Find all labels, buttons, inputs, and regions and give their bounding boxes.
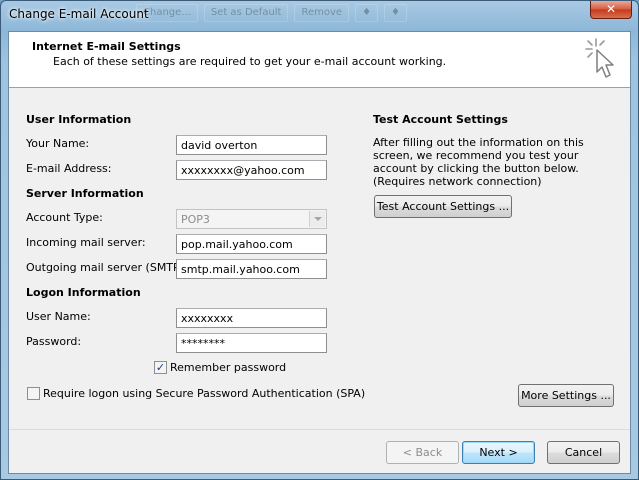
next-button[interactable]: Next > — [462, 441, 535, 464]
user-info-heading: User Information — [26, 113, 132, 126]
user-name-field[interactable]: xxxxxxxx — [176, 308, 327, 328]
window-title: Change E-mail Account — [9, 7, 149, 21]
cursor-sparkle-icon — [585, 38, 614, 78]
test-settings-heading: Test Account Settings — [373, 113, 508, 126]
test-account-settings-button[interactable]: Test Account Settings ... — [374, 195, 512, 218]
outgoing-server-label: Outgoing mail server (SMTP): — [26, 261, 188, 274]
server-info-heading: Server Information — [26, 187, 144, 200]
test-settings-description: After filling out the information on thi… — [373, 136, 584, 188]
background-tab: ♦ — [355, 4, 379, 22]
back-button: < Back — [386, 441, 459, 464]
background-tab: Remove — [294, 4, 350, 22]
incoming-server-label: Incoming mail server: — [26, 236, 146, 249]
incoming-server-field[interactable]: pop.mail.yahoo.com — [176, 234, 327, 254]
logon-info-heading: Logon Information — [26, 286, 141, 299]
user-name-label: User Name: — [26, 310, 91, 323]
close-icon: ✕ — [605, 2, 617, 16]
spa-label[interactable]: Require logon using Secure Password Auth… — [43, 387, 365, 400]
password-label: Password: — [26, 335, 82, 348]
outgoing-server-field[interactable]: smtp.mail.yahoo.com — [176, 259, 327, 279]
password-field[interactable]: ******** — [176, 333, 327, 353]
cancel-button[interactable]: Cancel — [547, 441, 620, 464]
header-subtitle: Each of these settings are required to g… — [53, 55, 447, 68]
remember-password-checkbox[interactable]: ✓ — [154, 361, 167, 374]
background-tab: Set as Default — [203, 4, 289, 22]
background-tab: ♦ — [384, 4, 408, 22]
remember-password-label[interactable]: Remember password — [170, 361, 286, 374]
email-address-field[interactable]: xxxxxxxx@yahoo.com — [176, 160, 327, 180]
header-title: Internet E-mail Settings — [32, 40, 181, 53]
spa-checkbox[interactable] — [27, 387, 40, 400]
wizard-header: Internet E-mail Settings Each of these s… — [9, 32, 630, 88]
account-type-label: Account Type: — [26, 211, 103, 224]
email-address-label: E-mail Address: — [26, 162, 112, 175]
background-toolbar: Change... Set as Default Remove ♦ ♦ — [136, 4, 408, 22]
account-type-select: POP3 — [176, 209, 327, 229]
dialog-body: Internet E-mail Settings Each of these s… — [8, 31, 631, 474]
dialog-window: Change E-mail Account Change... Set as D… — [0, 0, 639, 480]
checkmark-icon: ✓ — [155, 361, 166, 374]
more-settings-button[interactable]: More Settings ... — [518, 384, 614, 407]
close-button[interactable]: ✕ — [590, 1, 632, 19]
background-tab: Change... — [136, 4, 198, 22]
your-name-field[interactable]: david overton — [176, 135, 327, 155]
footer-divider — [9, 429, 630, 430]
title-bar[interactable]: Change E-mail Account Change... Set as D… — [1, 1, 638, 31]
your-name-label: Your Name: — [26, 137, 90, 150]
account-type-value: POP3 — [181, 213, 210, 226]
chevron-down-icon — [309, 211, 325, 227]
